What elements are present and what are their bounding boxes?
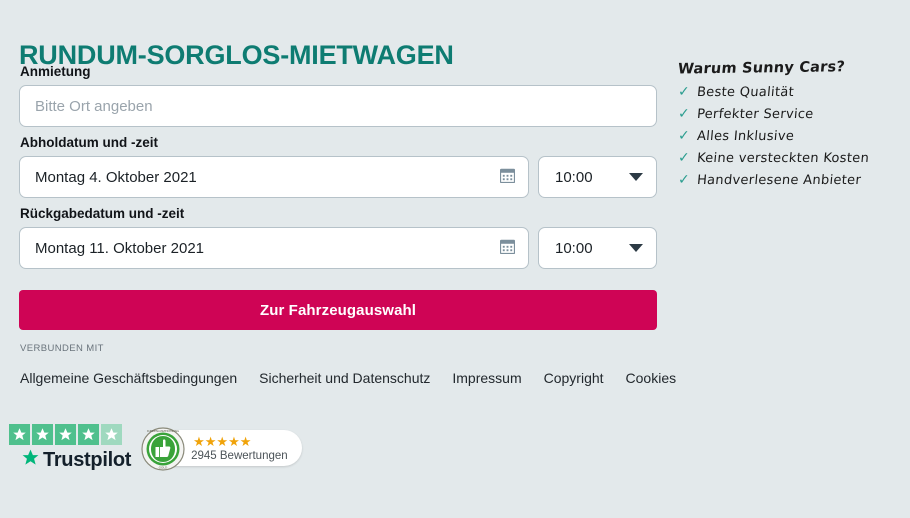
review-star-rating: ★★★★★ — [193, 433, 252, 449]
usp-item: ✓ Handverlesene Anbieter — [678, 173, 898, 188]
check-icon: ✓ — [678, 128, 690, 144]
footer-link-copyright[interactable]: Copyright — [544, 370, 604, 386]
footer-link-privacy[interactable]: Sicherheit und Datenschutz — [259, 370, 430, 386]
usp-item: ✓ Perfekter Service — [678, 107, 898, 122]
footer-link-imprint[interactable]: Impressum — [452, 370, 521, 386]
check-icon: ✓ — [678, 172, 690, 188]
footer-link-agb[interactable]: Allgemeine Geschäftsbedingungen — [20, 370, 237, 386]
return-time-value: 10:00 — [555, 239, 593, 257]
return-date-label: Rückgabedatum und -zeit — [20, 206, 185, 221]
connected-with-label: VERBUNDEN MIT — [20, 343, 104, 354]
star-icon — [32, 424, 53, 445]
star-icon — [55, 424, 76, 445]
calendar-icon — [499, 239, 516, 258]
return-date-value: Montag 11. Oktober 2021 — [35, 239, 204, 257]
submit-booking-button[interactable]: Zur Fahrzeugauswahl — [19, 290, 657, 330]
usp-item-label: Handverlesene Anbieter — [696, 173, 862, 188]
page-root: RUNDUM-SORGLOS-MIETWAGEN Anmietung Bitte… — [0, 0, 910, 518]
star-icon — [21, 448, 40, 472]
pickup-date-label: Abholdatum und -zeit — [20, 135, 158, 150]
check-icon: ✓ — [678, 106, 690, 122]
return-date-input[interactable]: Montag 11. Oktober 2021 — [19, 227, 529, 269]
pickup-location-placeholder: Bitte Ort angeben — [35, 97, 153, 115]
usp-item: ✓ Beste Qualität — [678, 85, 898, 100]
trustpilot-badge[interactable]: Trustpilot — [9, 424, 131, 472]
pickup-time-value: 10:00 — [555, 168, 593, 186]
usp-item-label: Perfekter Service — [696, 107, 814, 122]
pickup-datetime-row: Montag 4. Oktober 2021 10:00 — [19, 156, 657, 198]
check-icon: ✓ — [678, 150, 690, 166]
thumbs-up-seal-icon: KUNDENAUSZEICHNUNG GOLD — [141, 427, 185, 471]
usp-item-label: Beste Qualität — [696, 85, 795, 100]
usp-item: ✓ Alles Inklusive — [678, 129, 898, 144]
pickup-time-select[interactable]: 10:00 — [538, 156, 657, 198]
calendar-icon — [499, 168, 516, 187]
return-time-select[interactable]: 10:00 — [538, 227, 657, 269]
svg-text:KUNDENAUSZEICHNUNG: KUNDENAUSZEICHNUNG — [147, 429, 179, 433]
star-icon — [78, 424, 99, 445]
star-icon — [9, 424, 30, 445]
chevron-down-icon — [629, 244, 643, 252]
svg-text:GOLD: GOLD — [159, 466, 168, 470]
trustpilot-star-rating — [9, 424, 131, 445]
star-icon-half — [101, 424, 122, 445]
usp-title: Warum Sunny Cars? — [677, 59, 846, 78]
pickup-location-input[interactable]: Bitte Ort angeben — [19, 85, 657, 127]
booking-form: Anmietung Bitte Ort angeben Abholdatum u… — [19, 64, 676, 386]
footer-links: Allgemeine Geschäftsbedingungen Sicherhe… — [20, 370, 676, 386]
pickup-date-value: Montag 4. Oktober 2021 — [35, 168, 197, 186]
trustpilot-logo: Trustpilot — [9, 448, 131, 472]
pickup-location-label: Anmietung — [20, 64, 91, 79]
trustpilot-name: Trustpilot — [43, 448, 132, 471]
footer-link-cookies[interactable]: Cookies — [626, 370, 677, 386]
review-seal-badge[interactable]: ★★★★★ 2945 Bewertungen KUNDENAUSZEICHNUN… — [141, 425, 302, 471]
usp-item-label: Keine versteckten Kosten — [696, 151, 870, 166]
pickup-date-input[interactable]: Montag 4. Oktober 2021 — [19, 156, 529, 198]
usp-list: Warum Sunny Cars? ✓ Beste Qualität ✓ Per… — [677, 59, 898, 195]
chevron-down-icon — [629, 173, 643, 181]
usp-item: ✓ Keine versteckten Kosten — [678, 151, 898, 166]
return-datetime-row: Montag 11. Oktober 2021 10:00 — [19, 227, 657, 269]
check-icon: ✓ — [678, 84, 690, 100]
review-count-text: 2945 Bewertungen — [191, 449, 288, 462]
trust-badges: Trustpilot ★★★★★ 2945 Bewertungen KUNDEN… — [9, 424, 302, 472]
usp-item-label: Alles Inklusive — [696, 129, 795, 144]
